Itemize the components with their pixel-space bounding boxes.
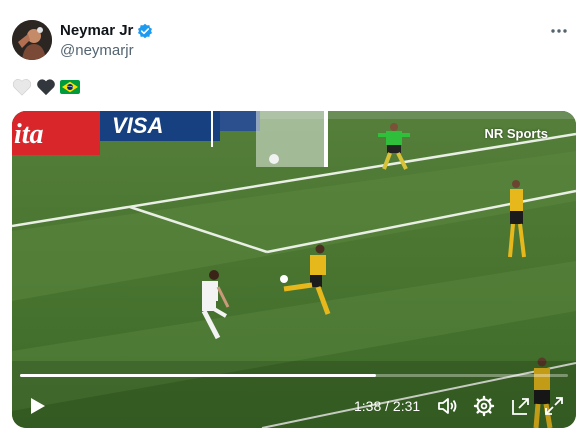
ad-text-visa: VISA (112, 113, 164, 138)
ad-text-ita: ita (14, 119, 44, 150)
settings-gear-icon[interactable] (473, 395, 495, 417)
tweet-text (12, 77, 80, 97)
video-frame (12, 111, 576, 428)
video-player[interactable]: ita VISA NR Sports 1:38 / 2:31 (12, 111, 576, 428)
video-progress-bar[interactable] (20, 374, 568, 377)
video-controls: 1:38 / 2:31 (12, 391, 576, 421)
handle[interactable]: @neymarjr (60, 42, 134, 59)
avatar[interactable] (12, 20, 52, 60)
fullscreen-icon[interactable] (543, 395, 565, 417)
video-time: 1:38 / 2:31 (354, 398, 421, 414)
picture-in-picture-icon[interactable] (510, 395, 532, 417)
play-icon[interactable] (26, 395, 48, 417)
name-row: Neymar Jr (60, 22, 153, 39)
tweet-header: Neymar Jr @neymarjr (12, 16, 572, 64)
black-heart-icon (37, 79, 55, 96)
watermark: NR Sports (484, 126, 548, 141)
white-heart-icon (12, 79, 32, 96)
video-progress-fill (20, 374, 376, 377)
volume-icon[interactable] (436, 395, 458, 417)
verified-badge-icon (138, 23, 153, 38)
display-name[interactable]: Neymar Jr (60, 22, 133, 39)
brazil-flag-icon (60, 80, 80, 94)
more-horizontal-icon[interactable] (550, 26, 568, 36)
